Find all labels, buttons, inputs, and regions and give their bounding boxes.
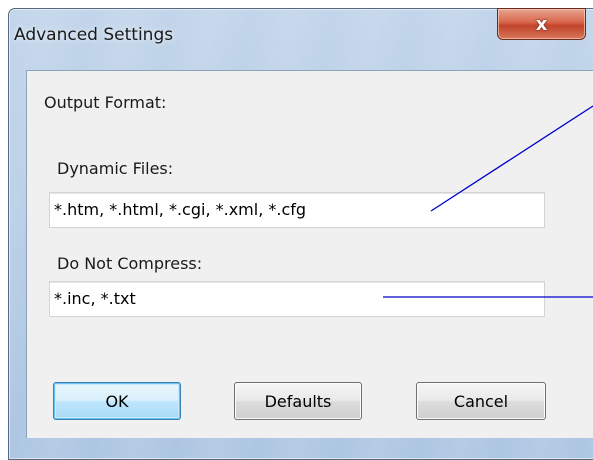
output-format-label: Output Format: (44, 93, 167, 112)
cancel-button[interactable]: Cancel (416, 382, 546, 420)
do-not-compress-label: Do Not Compress: (57, 254, 203, 273)
close-button[interactable]: x (497, 8, 586, 40)
do-not-compress-field[interactable]: *.inc, *.txt (49, 281, 545, 317)
ok-button[interactable]: OK (53, 382, 181, 420)
defaults-button[interactable]: Defaults (234, 382, 362, 420)
dynamic-files-label: Dynamic Files: (57, 159, 174, 178)
window-title: Advanced Settings (14, 25, 174, 45)
dialog-client-area: Output Format: Dynamic Files: *.htm, *.h… (26, 70, 593, 438)
close-icon: x (535, 13, 548, 35)
dynamic-files-field[interactable]: *.htm, *.html, *.cgi, *.xml, *.cfg (49, 192, 545, 228)
